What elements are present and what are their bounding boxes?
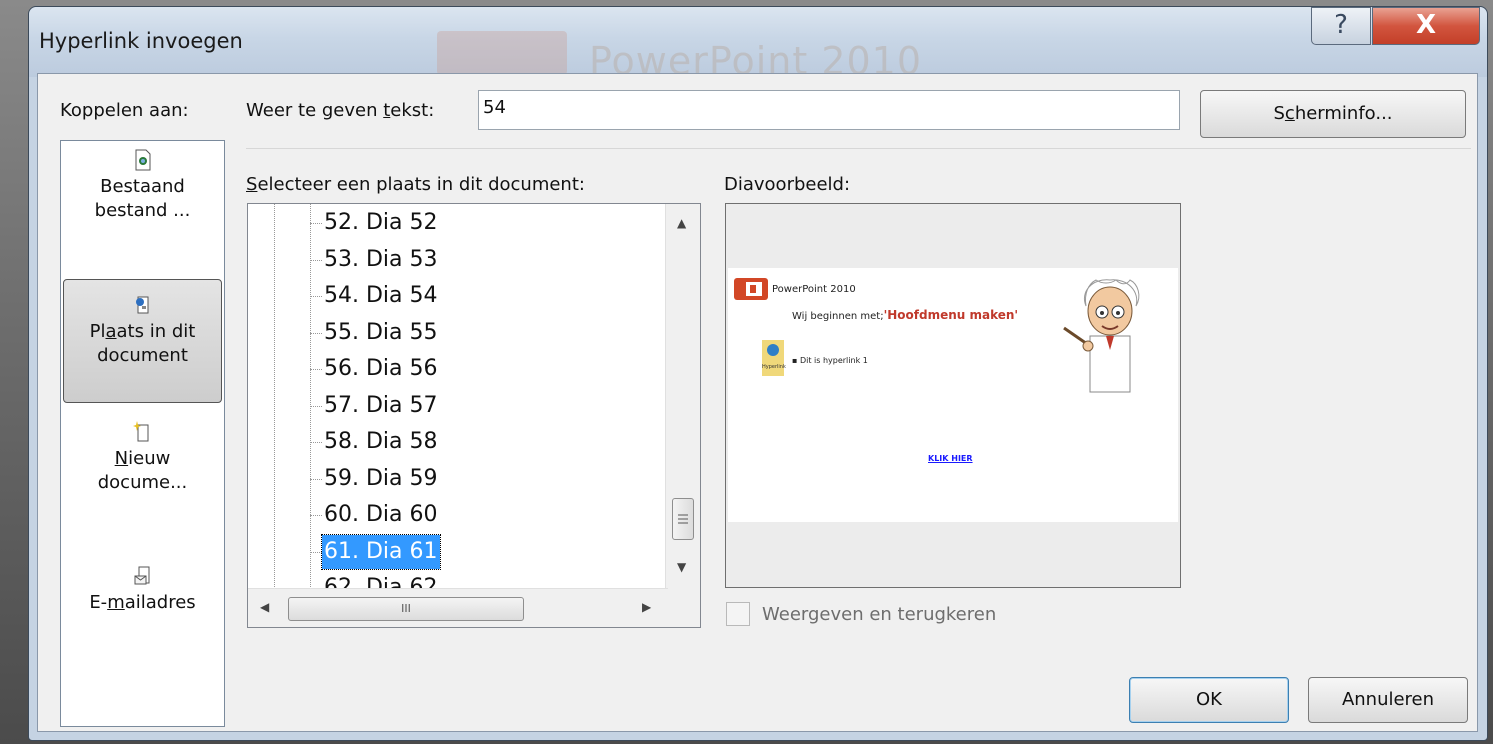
vertical-scroll-thumb[interactable] — [672, 498, 694, 540]
link-existing-file[interactable]: Bestaand bestand ... — [63, 149, 222, 223]
new-document-icon — [132, 421, 148, 442]
link-new-document[interactable]: Nieuw docume... — [63, 421, 222, 495]
help-button[interactable]: ? — [1311, 7, 1371, 45]
place-in-document-icon — [135, 296, 148, 314]
link-place-in-document[interactable]: Plaats in dit document — [63, 279, 222, 403]
existing-file-icon — [135, 149, 150, 171]
tree-connector — [310, 478, 322, 480]
tree-guide-line — [274, 204, 275, 589]
slide-title: PowerPoint 2010 — [772, 284, 856, 295]
link-existing-file-line1: Bestaand — [100, 176, 185, 197]
title-bar: PowerPoint 2010 Hyperlink invoegen ? X — [29, 7, 1487, 83]
link-email-address[interactable]: E-mailadres — [63, 565, 222, 615]
background-logo — [437, 31, 567, 75]
hyperlink-dialog: PowerPoint 2010 Hyperlink invoegen ? X K… — [28, 6, 1488, 741]
hyperlink-icon: Hyperlink — [762, 340, 786, 376]
tree-item[interactable]: 59. Dia 59 — [322, 462, 440, 496]
tree-connector — [310, 296, 322, 297]
slide-preview: PowerPoint 2010 Wij beginnen met;'Hoofdm… — [725, 203, 1181, 588]
grip-icon — [678, 514, 688, 524]
display-text-input[interactable]: 54 — [478, 90, 1180, 130]
tree-connector — [310, 259, 322, 261]
scroll-right-icon[interactable]: ▶ — [642, 600, 651, 614]
tree-item[interactable]: 61. Dia 61 — [321, 533, 441, 570]
link-to-label: Koppelen aan: — [60, 100, 189, 121]
tree-connector — [310, 551, 322, 553]
hyperlink-icon-caption: Hyperlink — [762, 364, 786, 370]
link-new-line1: Nieuw — [114, 448, 171, 469]
tree-item[interactable]: 54. Dia 54 — [322, 279, 440, 313]
link-new-line2: docume... — [97, 472, 188, 493]
help-icon: ? — [1334, 10, 1348, 40]
tree-connector — [310, 223, 322, 224]
vertical-scrollbar[interactable]: ▲ ▼ — [665, 204, 700, 589]
powerpoint-logo-icon — [734, 278, 768, 300]
show-and-return-checkbox[interactable] — [726, 602, 750, 626]
link-email-line1: E-mailadres — [89, 592, 196, 613]
link-place-line2: document — [97, 345, 188, 366]
tree-connector — [310, 369, 322, 370]
professor-illustration — [1063, 279, 1140, 393]
slide-preview-label: Diavoorbeeld: — [724, 174, 851, 195]
tree-item[interactable]: 57. Dia 57 — [322, 389, 440, 423]
screentip-button[interactable]: Scherminfo... — [1200, 90, 1466, 138]
link-existing-file-line2: bestand ... — [94, 200, 191, 221]
globe-icon — [767, 344, 779, 356]
email-address-icon — [134, 566, 149, 585]
tree-connector — [310, 515, 322, 516]
slide-link: KLIK HIER — [928, 454, 973, 463]
tree-item[interactable]: 53. Dia 53 — [322, 243, 440, 277]
tree-item[interactable]: 58. Dia 58 — [322, 425, 440, 459]
dialog-title: Hyperlink invoegen — [39, 29, 243, 53]
slide-bullet: ▪ Dit is hyperlink 1 — [792, 356, 868, 365]
separator — [246, 148, 1471, 149]
dialog-body: Koppelen aan: Bestaand bestand ... Plaat… — [37, 73, 1478, 732]
place-list-label: Selecteer een plaats in dit document: — [246, 174, 585, 195]
slide-thumbnail: PowerPoint 2010 Wij beginnen met;'Hoofdm… — [728, 268, 1178, 522]
tree-item[interactable]: 60. Dia 60 — [322, 498, 440, 532]
link-place-line1: Plaats in dit — [89, 321, 196, 342]
close-icon: X — [1415, 10, 1437, 40]
tree-item[interactable]: 52. Dia 52 — [322, 206, 440, 240]
ok-button[interactable]: OK — [1129, 677, 1289, 723]
tree-item[interactable]: 56. Dia 56 — [322, 352, 440, 386]
show-and-return-label: Weergeven en terugkeren — [762, 604, 997, 625]
scrollbar-corner — [666, 589, 700, 627]
scroll-left-icon[interactable]: ◀ — [260, 600, 269, 614]
scroll-down-icon[interactable]: ▼ — [677, 560, 686, 574]
close-button[interactable]: X — [1372, 7, 1480, 45]
link-to-panel: Bestaand bestand ... Plaats in dit docum… — [60, 140, 225, 727]
tree-connector — [310, 442, 322, 443]
tree-guide-line — [310, 204, 311, 589]
tree-connector — [310, 405, 322, 407]
scroll-up-icon[interactable]: ▲ — [677, 216, 686, 230]
tree-connector — [310, 332, 322, 334]
slide-subtitle: Wij beginnen met;'Hoofdmenu maken' — [792, 308, 1019, 322]
place-tree-list[interactable]: 52. Dia 52 53. Dia 53 54. Dia 54 55. Dia 55… — [247, 203, 701, 628]
horizontal-scroll-thumb[interactable]: III — [288, 597, 524, 621]
horizontal-scrollbar[interactable]: ◀ III ▶ — [248, 588, 668, 627]
display-text-label: Weer te geven tekst: — [246, 100, 435, 121]
cancel-button[interactable]: Annuleren — [1308, 677, 1468, 723]
tree-item[interactable]: 55. Dia 55 — [322, 316, 440, 350]
